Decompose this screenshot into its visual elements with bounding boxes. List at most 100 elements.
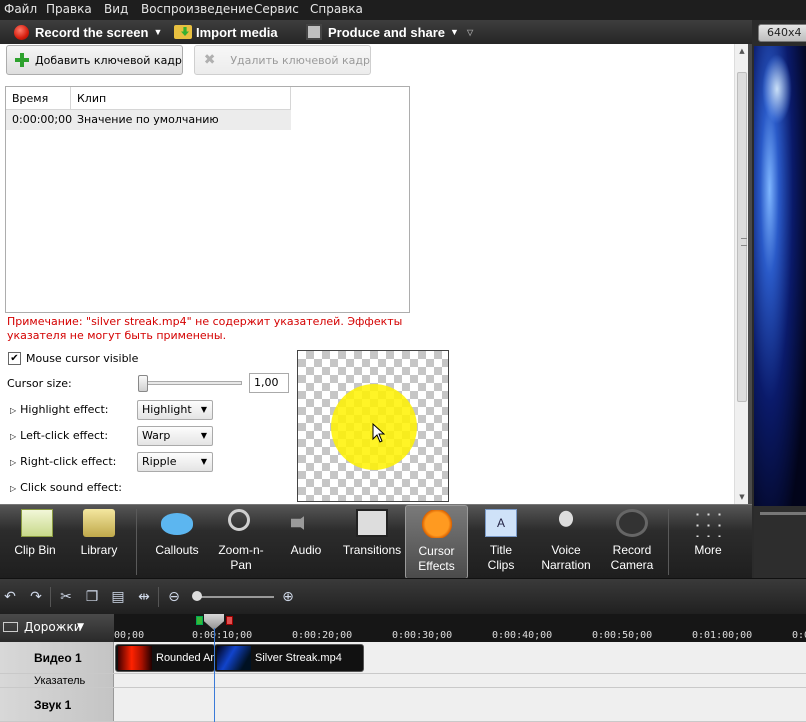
ruler-tick-label: 0:0 <box>792 630 806 641</box>
undo-icon[interactable]: ↶ <box>2 589 18 605</box>
right-click-effect-dropdown[interactable]: Ripple ▼ <box>137 452 213 472</box>
timeline-zoom-handle[interactable] <box>192 591 202 601</box>
produce-share-button[interactable]: Produce and share ▼ ▽ <box>306 23 473 41</box>
audio-icon <box>291 509 314 537</box>
mouse-pointer-icon <box>372 423 386 443</box>
menu-file[interactable]: Файл <box>4 2 37 16</box>
chevron-down-icon: ▼ <box>200 431 207 440</box>
timeline-zoom-slider[interactable] <box>196 596 274 598</box>
cursor-size-slider-handle[interactable] <box>138 375 148 392</box>
chevron-down-icon: ▼ <box>77 622 84 632</box>
selection-start-marker[interactable] <box>196 616 203 625</box>
tab-label: Transitions <box>342 543 402 557</box>
menu-playback[interactable]: Воспроизведение <box>141 2 253 16</box>
tab-divider <box>136 509 137 575</box>
tab-audio[interactable]: Audio <box>275 505 337 579</box>
preview-controls[interactable] <box>754 506 806 578</box>
tab-library[interactable]: Library <box>68 505 130 579</box>
paste-icon[interactable]: ▤ <box>110 589 126 605</box>
cursor-size-input[interactable]: 1,00 <box>249 373 289 393</box>
copy-icon[interactable]: ❐ <box>84 589 100 605</box>
preview-pane: 640x4 <box>752 20 806 578</box>
cursor-effects-panel: Добавить ключевой кадр ✖ Удалить ключево… <box>0 44 734 504</box>
left-click-effect-expander[interactable]: ▷ Left-click effect: <box>10 429 108 442</box>
right-click-effect-expander[interactable]: ▷ Right-click effect: <box>10 455 116 468</box>
selection-end-marker[interactable] <box>226 616 233 625</box>
tab-voice-narration[interactable]: Voice Narration <box>533 505 599 579</box>
redo-icon[interactable]: ↷ <box>28 589 44 605</box>
right-click-effect-label: Right-click effect: <box>20 455 117 468</box>
preview-size-dropdown[interactable]: 640x4 <box>758 24 806 42</box>
clip-thumbnail <box>217 646 251 670</box>
zoom-out-icon[interactable]: ⊖ <box>166 589 182 605</box>
menu-bar: Файл Правка Вид Воспроизведение Сервис С… <box>0 0 806 20</box>
scroll-down-arrow-icon[interactable]: ▼ <box>735 490 749 504</box>
tracks-dropdown[interactable]: Дорожки ▼ <box>0 614 114 640</box>
left-click-effect-dropdown[interactable]: Warp ▼ <box>137 426 213 446</box>
keyframe-table: Время Клип 0:00:00;00 Значение по умолча… <box>5 86 410 313</box>
chevron-down-icon: ▼ <box>153 27 163 37</box>
table-header: Время Клип <box>6 87 291 110</box>
timeline-clip[interactable]: Rounded An <box>115 644 215 672</box>
cursor-effect-preview <box>297 350 449 502</box>
scroll-up-arrow-icon[interactable]: ▲ <box>735 44 749 58</box>
cut-icon[interactable]: ✂ <box>58 589 74 605</box>
produce-label: Produce and share <box>328 24 446 40</box>
panel-scrollbar[interactable]: ▲ ▼ <box>734 44 748 504</box>
ruler-tick-label: 0:01:00;00 <box>692 630 753 641</box>
highlight-effect-dropdown[interactable]: Highlight ▼ <box>137 400 213 420</box>
split-icon[interactable]: ⇹ <box>136 589 152 605</box>
tab-callouts[interactable]: Callouts <box>146 505 208 579</box>
tab-more[interactable]: More <box>676 505 740 579</box>
column-header-clip[interactable]: Клип <box>71 87 291 110</box>
highlight-effect-expander[interactable]: ▷ Highlight effect: <box>10 403 109 416</box>
import-media-button[interactable]: Import media <box>174 23 278 41</box>
expand-triangle-icon: ▷ <box>10 458 17 467</box>
menu-tools[interactable]: Сервис <box>254 2 299 16</box>
chevron-down-icon: ▼ <box>200 457 207 466</box>
tab-clip-bin[interactable]: Clip Bin <box>2 505 68 579</box>
click-sound-effect-expander[interactable]: ▷ Click sound effect: <box>10 481 122 494</box>
timeline-toolbar: ↶ ↷ ✂ ❐ ▤ ⇹ ⊖ ⊕ <box>0 578 806 614</box>
cursor-size-slider-track[interactable] <box>142 381 242 385</box>
record-screen-button[interactable]: Record the screen ▼ <box>14 23 162 41</box>
zoom-icon <box>228 509 250 531</box>
chevron-down-icon: ▼ <box>200 405 207 414</box>
transitions-icon <box>356 509 388 537</box>
overflow-icon[interactable]: ▽ <box>467 28 473 37</box>
tab-label: Title Clips <box>487 543 515 572</box>
timeline-clip[interactable]: Silver Streak.mp4 <box>214 644 364 672</box>
table-row[interactable]: 0:00:00;00 Значение по умолчанию <box>6 110 291 130</box>
toolbar-divider <box>50 587 51 607</box>
mouse-cursor-visible-checkbox[interactable]: ✔ <box>8 352 21 365</box>
remove-keyframe-button[interactable]: ✖ Удалить ключевой кадр <box>194 45 371 75</box>
remove-keyframe-label: Удалить ключевой кадр <box>230 53 370 67</box>
highlight-effect-value: Highlight <box>142 403 192 416</box>
tab-title-clips[interactable]: A Title Clips <box>470 505 532 579</box>
menu-help[interactable]: Справка <box>310 2 363 16</box>
zoom-in-icon[interactable]: ⊕ <box>280 589 296 605</box>
tab-record-camera[interactable]: Record Camera <box>600 505 664 579</box>
scrollbar-thumb[interactable] <box>737 72 747 402</box>
clip-bin-icon <box>21 509 53 537</box>
menu-edit[interactable]: Правка <box>46 2 92 16</box>
add-keyframe-button[interactable]: Добавить ключевой кадр <box>6 45 183 75</box>
tab-transitions[interactable]: Transitions <box>338 505 406 579</box>
tab-cursor-effects[interactable]: Cursor Effects <box>405 505 468 579</box>
menu-view[interactable]: Вид <box>104 2 128 16</box>
panel-divider[interactable] <box>748 44 752 504</box>
audio-track: Звук 1 <box>0 688 806 722</box>
tab-zoom-n-pan[interactable]: Zoom-n- Pan <box>210 505 272 579</box>
column-header-time[interactable]: Время <box>6 87 71 110</box>
import-label: Import media <box>196 24 278 40</box>
tracks-dropdown-label: Дорожки <box>24 620 82 634</box>
preview-video[interactable] <box>754 46 806 524</box>
grip-icon <box>741 238 747 246</box>
clip-name: Silver Streak.mp4 <box>255 652 342 664</box>
microphone-icon <box>550 509 582 537</box>
ruler-tick-label: 00;00 <box>114 630 145 641</box>
camera-icon <box>616 509 648 537</box>
mouse-cursor-visible-label: Mouse cursor visible <box>26 352 139 365</box>
pointer-track: Указатель <box>0 674 806 688</box>
delete-icon: ✖ <box>203 52 216 68</box>
